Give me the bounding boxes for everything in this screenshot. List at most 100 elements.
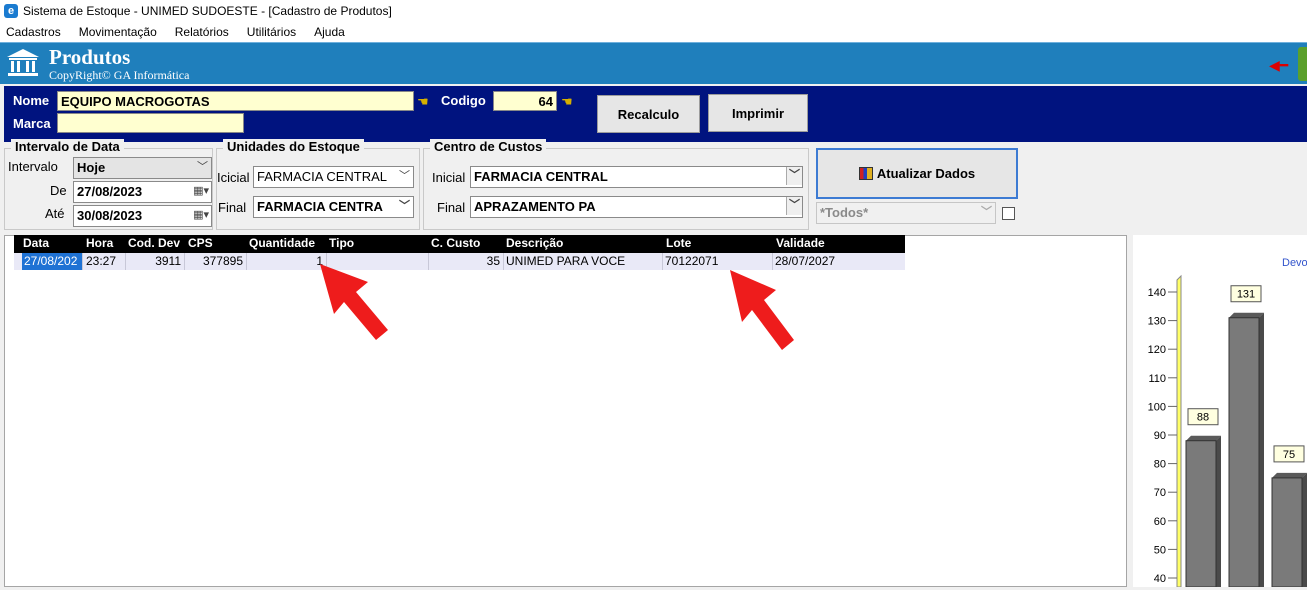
- marca-input[interactable]: [57, 113, 244, 133]
- chart-icon: [858, 167, 873, 180]
- unidades-final-value: FARMACIA CENTRA: [257, 199, 383, 214]
- todos-checkbox[interactable]: [1002, 207, 1015, 220]
- centro-final-select[interactable]: APRAZAMENTO PA ﹀: [470, 196, 803, 218]
- bar-top: [1186, 435, 1221, 441]
- pointing-hand-icon[interactable]: ☚: [417, 94, 429, 110]
- app-icon: e: [4, 4, 18, 18]
- y-tick-label: 110: [1148, 373, 1166, 385]
- menu-movimentacao[interactable]: Movimentação: [77, 25, 159, 39]
- codigo-input[interactable]: 64: [493, 91, 557, 111]
- building-icon: [7, 49, 39, 76]
- cell-descricao[interactable]: UNIMED PARA VOCE: [504, 253, 663, 270]
- chevron-down-icon[interactable]: ﹀: [399, 198, 410, 214]
- bar-chart-svg: Devo 140 130 120 110 100 90 80 70 60 50 40 88 131 75: [1148, 257, 1307, 588]
- col-lote[interactable]: Lote: [666, 236, 691, 250]
- intervalo-value: Hoje: [77, 160, 106, 175]
- bar-top: [1229, 312, 1264, 318]
- centro-inicial-select[interactable]: FARMACIA CENTRAL ﹀: [470, 166, 803, 188]
- todos-select[interactable]: *Todos* ﹀: [816, 202, 996, 224]
- menu-bar: Cadastros Movimentação Relatórios Utilit…: [0, 22, 1307, 42]
- intervalo-title: Intervalo de Data: [11, 139, 124, 154]
- y-tick-label: 70: [1154, 487, 1166, 499]
- cell-hora[interactable]: 23:27: [84, 253, 126, 270]
- bar: [1185, 440, 1217, 588]
- y-tick-label: 40: [1154, 573, 1166, 585]
- centro-inicial-value: FARMACIA CENTRAL: [474, 169, 608, 184]
- ate-value: 30/08/2023: [77, 208, 143, 223]
- calendar-icon[interactable]: ▦▾: [193, 207, 209, 223]
- col-descricao[interactable]: Descrição: [506, 236, 563, 250]
- side-tab[interactable]: [1298, 47, 1307, 81]
- intervalo-select[interactable]: Hoje ﹀: [73, 157, 212, 179]
- bar-side: [1302, 472, 1307, 587]
- marca-label: Marca: [13, 116, 51, 131]
- chevron-down-icon[interactable]: ﹀: [981, 204, 992, 220]
- page-subtitle: CopyRight© GA Informática: [49, 68, 190, 82]
- de-date-picker[interactable]: 27/08/2023 ▦▾: [73, 181, 212, 203]
- chevron-down-icon[interactable]: ﹀: [197, 159, 208, 175]
- red-arrow-annotation: [320, 264, 388, 340]
- y-tick-label: 120: [1148, 344, 1166, 356]
- intervalo-label: Intervalo: [8, 159, 58, 174]
- cell-cps[interactable]: 377895: [185, 253, 247, 270]
- unidades-inicial-select[interactable]: FARMACIA CENTRAL ﹀: [253, 166, 414, 188]
- col-hora[interactable]: Hora: [86, 236, 113, 250]
- calendar-icon[interactable]: ▦▾: [193, 183, 209, 199]
- chart-title: Devo: [1282, 257, 1307, 269]
- ate-date-picker[interactable]: 30/08/2023 ▦▾: [73, 205, 212, 227]
- cell-c-custo[interactable]: 35: [429, 253, 504, 270]
- chevron-down-icon[interactable]: ﹀: [786, 197, 802, 215]
- y-tick-label: 50: [1154, 544, 1166, 556]
- unidades-inicial-value: FARMACIA CENTRAL: [257, 169, 388, 184]
- cell-data[interactable]: 27/08/202: [22, 253, 83, 270]
- nome-label: Nome: [13, 93, 50, 108]
- y-tick-label: 90: [1154, 430, 1166, 442]
- y-tick-label: 60: [1154, 516, 1166, 528]
- menu-relatorios[interactable]: Relatórios: [173, 25, 231, 39]
- col-quantidade[interactable]: Quantidade: [249, 236, 315, 250]
- todos-value: *Todos*: [820, 205, 869, 220]
- menu-utilitarios[interactable]: Utilitários: [245, 25, 298, 39]
- data-label: 131: [1237, 289, 1255, 301]
- bar-side: [1259, 312, 1264, 587]
- y-tick-label: 130: [1148, 316, 1166, 328]
- page-title: Produtos: [49, 45, 131, 69]
- back-arrow-icon[interactable]: ◀━: [1269, 57, 1288, 74]
- bar: [1228, 317, 1260, 588]
- centro-final-label: Final: [437, 200, 466, 215]
- ate-label: Até: [45, 206, 65, 221]
- cell-cod-dev[interactable]: 3911: [126, 253, 185, 270]
- col-tipo[interactable]: Tipo: [329, 236, 354, 250]
- col-c-custo[interactable]: C. Custo: [431, 236, 480, 250]
- menu-cadastros[interactable]: Cadastros: [4, 25, 63, 39]
- centro-title: Centro de Custos: [430, 139, 547, 154]
- unidades-title: Unidades do Estoque: [223, 139, 364, 154]
- col-data[interactable]: Data: [23, 236, 49, 250]
- centro-final-value: APRAZAMENTO PA: [474, 199, 596, 214]
- atualizar-dados-label: Atualizar Dados: [876, 166, 976, 181]
- data-label: 75: [1283, 449, 1295, 461]
- col-cps[interactable]: CPS: [188, 236, 213, 250]
- bar-top: [1272, 472, 1307, 478]
- bar-chart: Devo 140 130 120 110 100 90 80 70 60 50 40 88 131 75: [1133, 235, 1307, 588]
- menu-ajuda[interactable]: Ajuda: [312, 25, 347, 39]
- data-grid[interactable]: [4, 235, 1127, 587]
- unidades-final-label: Final: [218, 200, 247, 215]
- col-validade[interactable]: Validade: [776, 236, 825, 250]
- y-tick-label: 100: [1148, 401, 1166, 413]
- bar-side: [1216, 435, 1221, 587]
- red-arrow-annotation: [730, 270, 794, 350]
- cell-quantidade[interactable]: 1: [247, 253, 327, 270]
- de-label: De: [50, 183, 67, 198]
- imprimir-button[interactable]: Imprimir: [708, 94, 808, 132]
- chevron-down-icon[interactable]: ﹀: [786, 167, 802, 185]
- pointing-hand-icon[interactable]: ☚: [561, 94, 573, 110]
- col-cod-dev[interactable]: Cod. Dev: [128, 236, 180, 250]
- chevron-down-icon[interactable]: ﹀: [399, 168, 410, 184]
- recalculo-button[interactable]: Recalculo: [597, 95, 700, 133]
- nome-input[interactable]: EQUIPO MACROGOTAS: [57, 91, 414, 111]
- unidades-final-select[interactable]: FARMACIA CENTRA ﹀: [253, 196, 414, 218]
- atualizar-dados-button[interactable]: Atualizar Dados: [816, 148, 1018, 199]
- centro-inicial-label: Inicial: [432, 170, 466, 185]
- page-header: Produtos CopyRight© GA Informática ◀━: [0, 42, 1307, 84]
